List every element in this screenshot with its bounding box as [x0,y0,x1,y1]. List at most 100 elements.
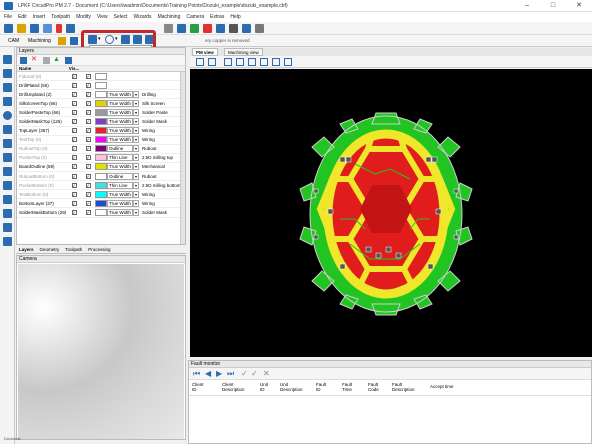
clear-faults-icon[interactable]: ✕ [263,369,270,379]
align-icon[interactable] [216,24,225,33]
layer-selectable-checkbox[interactable]: ✓ [81,155,95,161]
menu-select[interactable]: Select [114,14,128,20]
tab-toolpath[interactable]: Toolpath [65,247,82,252]
menu-insert[interactable]: Insert [33,14,46,20]
layer-line-style[interactable]: True Width [107,108,133,116]
text-tool-icon[interactable] [3,153,12,162]
select-tool-icon[interactable] [3,55,12,64]
circle-tool-icon[interactable] [3,111,12,120]
layer-line-style[interactable]: True Width [107,163,133,171]
column-accept-time[interactable]: Accept time [430,382,470,395]
tab-pm-view[interactable]: PM view [192,48,218,56]
layer-selectable-checkbox[interactable]: ✓ [81,100,95,106]
layer-selectable-checkbox[interactable]: ✓ [81,182,95,188]
layer-row[interactable]: DrillUnplated (2) ✓ ✓ True Width ▾ Drilling [17,90,185,100]
column-fault-time[interactable]: Fault Time [342,382,368,395]
refresh-view-icon[interactable] [260,58,268,66]
layer-row[interactable]: TopLayer (367) ✓ ✓ True Width ▾ Wiring [17,127,185,136]
menu-view[interactable]: View [97,14,108,20]
menu-machining[interactable]: Machining [158,14,181,20]
layer-selectable-checkbox[interactable]: ✓ [81,128,95,134]
minimize-button[interactable]: – [514,0,540,12]
layer-visible-checkbox[interactable]: ✓ [67,182,81,188]
layer-line-style[interactable]: True Width [107,118,133,126]
layer-visible-checkbox[interactable]: ✓ [67,146,81,152]
accept-all-icon[interactable]: ✓ [251,369,258,379]
menu-edit[interactable]: Edit [18,14,27,20]
measure-view-icon[interactable] [284,58,292,66]
layer-visible-checkbox[interactable]: ✓ [67,209,81,215]
column-name[interactable]: Name [17,66,67,71]
redo-icon[interactable] [66,24,75,33]
layer-selectable-checkbox[interactable]: ✓ [81,146,95,152]
new-file-icon[interactable] [4,24,13,33]
layer-line-style[interactable]: True Width [107,99,133,107]
layer-visible-checkbox[interactable]: ✓ [67,200,81,206]
layer-color-swatch[interactable] [95,108,107,116]
layer-color-swatch[interactable] [95,99,107,107]
first-fault-icon[interactable]: ⏮ [193,369,200,379]
move-up-icon[interactable]: ▲ [53,56,60,64]
layer-selectable-checkbox[interactable]: ✓ [81,73,95,79]
menu-modify[interactable]: Modify [76,14,91,20]
column-fault-description[interactable]: Fault Description [392,382,430,395]
layer-visible-checkbox[interactable]: ✓ [67,128,81,134]
delete-layer-icon[interactable]: ✕ [31,56,37,64]
import-icon[interactable] [43,24,52,33]
layer-settings-icon[interactable] [65,57,72,64]
layers-scrollbar[interactable] [180,72,185,244]
layer-row[interactable]: SolderMaskTop (126) ✓ ✓ True Width ▾ Solder M… [17,117,185,127]
pcb-canvas[interactable] [190,69,592,357]
tab-machining-view[interactable]: Machining view [224,48,263,56]
cam-label[interactable]: CAM [8,38,19,44]
arc-tool-icon[interactable] [3,139,12,148]
dimension-tool-icon[interactable] [3,167,12,176]
layer-selectable-checkbox[interactable]: ✓ [81,109,95,115]
layer-color-swatch[interactable] [95,145,107,153]
zoom-in-icon[interactable] [224,58,232,66]
maximize-button[interactable]: □ [540,0,566,12]
next-fault-icon[interactable]: ▶ [216,369,222,379]
layer-row[interactable]: SolderMaskBottom (29) ✓ ✓ True Width ▾ Solder… [17,208,185,218]
menu-toolpath[interactable]: Toolpath [51,14,70,20]
layer-row[interactable]: RuboutTop (0) ✓ ✓ Outline ▾ Rubout [17,145,185,154]
layer-line-style[interactable]: True Width [107,199,133,207]
layer-row[interactable]: TextBottom (0) ✓ ✓ True Width ▾ Wiring [17,190,185,200]
last-fault-icon[interactable]: ⏭ [227,369,234,379]
tab-layers[interactable]: Layers [19,247,34,252]
measure-icon[interactable] [229,24,238,33]
layer-selectable-checkbox[interactable]: ✓ [81,82,95,88]
layer-row[interactable]: RuboutBottom (0) ✓ ✓ Outline ▾ Rubout [17,172,185,182]
line-tool-icon[interactable] [3,69,12,78]
column-client-id[interactable]: Client ID [192,382,222,395]
layer-row[interactable]: BoardOutline (59) ✓ ✓ True Width ▾ Mechanical [17,163,185,173]
polygon-tool-icon[interactable] [3,83,12,92]
tool-magazine-icon[interactable] [164,24,173,33]
machining-label[interactable]: Machining [28,38,51,44]
layer-row[interactable]: SilkScreenTop (66) ✓ ✓ True Width ▾ Silk Scre… [17,99,185,109]
menu-camera[interactable]: Camera [186,14,204,20]
layer-selectable-checkbox[interactable]: ✓ [81,119,95,125]
layer-color-swatch[interactable] [95,127,107,135]
layer-visible-checkbox[interactable]: ✓ [67,155,81,161]
layer-selectable-checkbox[interactable]: ✓ [81,200,95,206]
drill-icon[interactable] [58,37,66,45]
grid-toggle-icon[interactable] [272,58,280,66]
layer-visible-checkbox[interactable]: ✓ [67,73,81,79]
rectangle-tool-icon[interactable] [3,97,12,106]
layer-color-swatch[interactable] [95,118,107,126]
layer-visible-checkbox[interactable]: ✓ [67,137,81,143]
layer-color-swatch[interactable] [95,136,107,144]
layer-line-style[interactable]: True Width [107,90,133,98]
layer-line-style[interactable]: True Width [107,208,133,216]
previous-fault-icon[interactable]: ◀ [205,369,211,379]
layer-row[interactable]: PocketTop (0) ✓ ✓ Thin Line ▾ 2.5D milling to… [17,154,185,163]
zoom-window-icon[interactable] [196,58,204,66]
layer-visible-checkbox[interactable]: ✓ [67,91,81,97]
zoom-fit-icon[interactable] [208,58,216,66]
undo-icon[interactable] [56,24,62,33]
column-client-description[interactable]: Client Description [222,382,260,395]
layer-color-swatch[interactable] [95,154,107,162]
layer-color-swatch[interactable] [95,181,107,189]
menu-help[interactable]: Help [230,14,240,20]
